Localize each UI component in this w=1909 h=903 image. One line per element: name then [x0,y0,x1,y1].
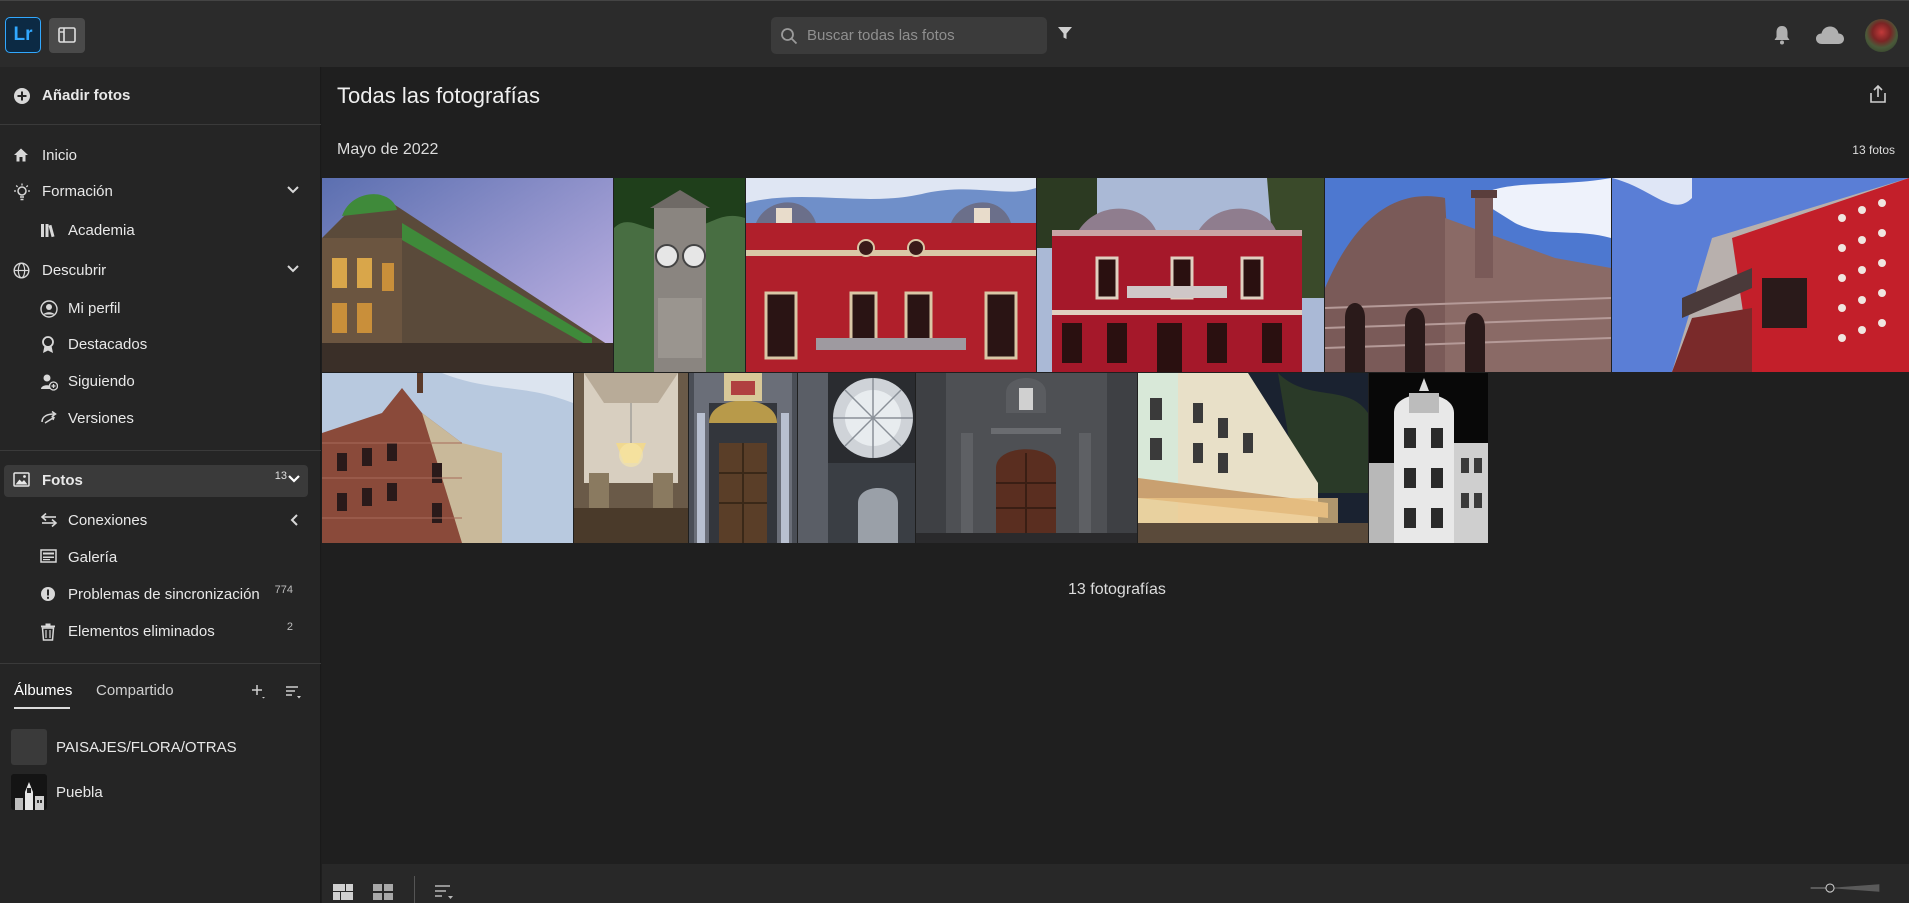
gallery-icon [40,549,57,563]
sidebar-item-featured[interactable]: Destacados [0,329,321,361]
album-cover-image [11,774,47,810]
share-icon[interactable] [1868,84,1888,104]
sidebar-item-label: Destacados [68,336,148,353]
panel-toggle-icon [58,27,76,43]
photo-thumbnail[interactable] [689,373,797,543]
chevron-left-icon[interactable] [289,513,299,527]
sidebar-item-label: Problemas de sincronización [68,586,260,603]
trash-icon [41,623,55,641]
photo-thumbnail[interactable] [322,178,613,372]
sidebar-item-sync-problems[interactable]: Problemas de sincronización 774 [0,579,321,611]
sidebar-item-versions[interactable]: Versiones [0,403,321,435]
photo-thumbnail[interactable] [614,178,745,372]
connections-icon [40,512,58,528]
sidebar-item-label: Fotos [42,472,83,489]
photos-icon [13,472,30,487]
photo-thumbnail[interactable] [1138,373,1368,543]
sidebar-item-photos[interactable]: Fotos 13 [0,465,321,497]
search-input[interactable] [807,17,1039,54]
filter-icon[interactable] [1057,25,1073,41]
award-icon [42,336,54,353]
album-name[interactable]: Puebla [56,784,103,801]
sidebar-item-label: Descubrir [42,262,107,279]
zoom-slider[interactable] [1790,883,1900,893]
toolbar-divider [414,876,415,903]
bottom-toolbar [322,864,1909,903]
sidebar-item-connections[interactable]: Conexiones [0,505,321,537]
photo-thumbnail[interactable] [574,373,688,543]
photos-count: 13 [274,470,287,482]
globe-icon [13,262,30,279]
lightroom-logo[interactable]: Lr [5,17,41,53]
chevron-down-icon[interactable] [286,185,300,195]
add-photos-label: Añadir fotos [42,87,131,104]
sort-icon[interactable] [434,884,454,900]
photo-thumbnail[interactable] [1325,178,1611,372]
sidebar-item-label: Versiones [68,410,134,427]
search-icon [781,28,798,45]
sidebar-item-deleted[interactable]: Elementos eliminados 2 [0,616,321,648]
deleted-count: 2 [286,621,293,633]
chevron-down-icon[interactable] [287,474,301,484]
add-photos-button[interactable]: Añadir fotos [0,80,321,112]
divider [0,450,321,451]
add-circle-icon [14,88,30,104]
date-group-title: Mayo de 2022 [337,141,439,158]
sync-count: 774 [274,584,293,596]
add-album-icon[interactable] [250,683,266,699]
sidebar-item-label: Conexiones [68,512,148,529]
alert-icon [41,587,55,601]
panel-toggle-button[interactable] [49,18,85,53]
versions-icon [41,410,57,424]
sidebar-item-label: Siguiendo [68,373,135,390]
sidebar-item-label: Galería [68,549,118,566]
home-icon [14,148,28,162]
sidebar-item-discover[interactable]: Descubrir [0,255,321,287]
sidebar-item-my-profile[interactable]: Mi perfil [0,293,321,325]
bell-icon[interactable] [1773,25,1791,45]
lightbulb-icon [14,183,30,201]
album-thumbnail[interactable] [11,729,47,765]
photo-thumbnail[interactable] [322,373,573,543]
tab-albums[interactable]: Álbumes [14,682,72,699]
sidebar-item-learn[interactable]: Formación [0,176,321,208]
photo-thumbnail[interactable] [916,373,1137,543]
photo-thumbnail[interactable] [1369,373,1488,543]
sidebar-item-home[interactable]: Inicio [0,140,321,172]
follow-user-icon [41,374,58,391]
sidebar-item-label: Formación [42,183,113,200]
profile-icon [40,300,58,318]
sidebar-item-label: Inicio [42,147,78,164]
album-name[interactable]: PAISAJES/FLORA/OTRAS [56,739,237,756]
photo-summary: 13 fotografías [1068,581,1166,598]
date-group-count: 13 fotos [1852,143,1895,157]
active-tab-indicator [14,707,70,709]
cloud-icon[interactable] [1815,25,1845,45]
sidebar-item-following[interactable]: Siguiendo [0,366,321,398]
avatar[interactable] [1865,19,1898,52]
sidebar-item-gallery[interactable]: Galería [0,542,321,574]
tab-shared[interactable]: Compartido [96,682,174,699]
sort-icon[interactable] [285,684,302,699]
divider [0,663,321,664]
grid-view-icon[interactable] [333,884,353,900]
photo-thumbnail[interactable] [746,178,1036,372]
photo-thumbnail[interactable] [798,373,915,543]
divider [0,124,321,125]
album-thumbnail[interactable] [11,774,47,810]
search-box[interactable] [771,17,1047,54]
sidebar-item-academy[interactable]: Academia [0,215,321,247]
top-bar: Lr [0,0,1909,67]
photo-thumbnail[interactable] [1612,178,1909,372]
chevron-down-icon[interactable] [286,264,300,274]
books-icon [41,224,55,238]
page-title: Todas las fotografías [337,83,541,108]
square-grid-icon[interactable] [373,884,393,900]
sidebar-item-label: Academia [68,222,135,239]
photo-thumbnail[interactable] [1037,178,1324,372]
sidebar-item-label: Elementos eliminados [68,623,215,640]
sidebar-item-label: Mi perfil [68,300,121,317]
